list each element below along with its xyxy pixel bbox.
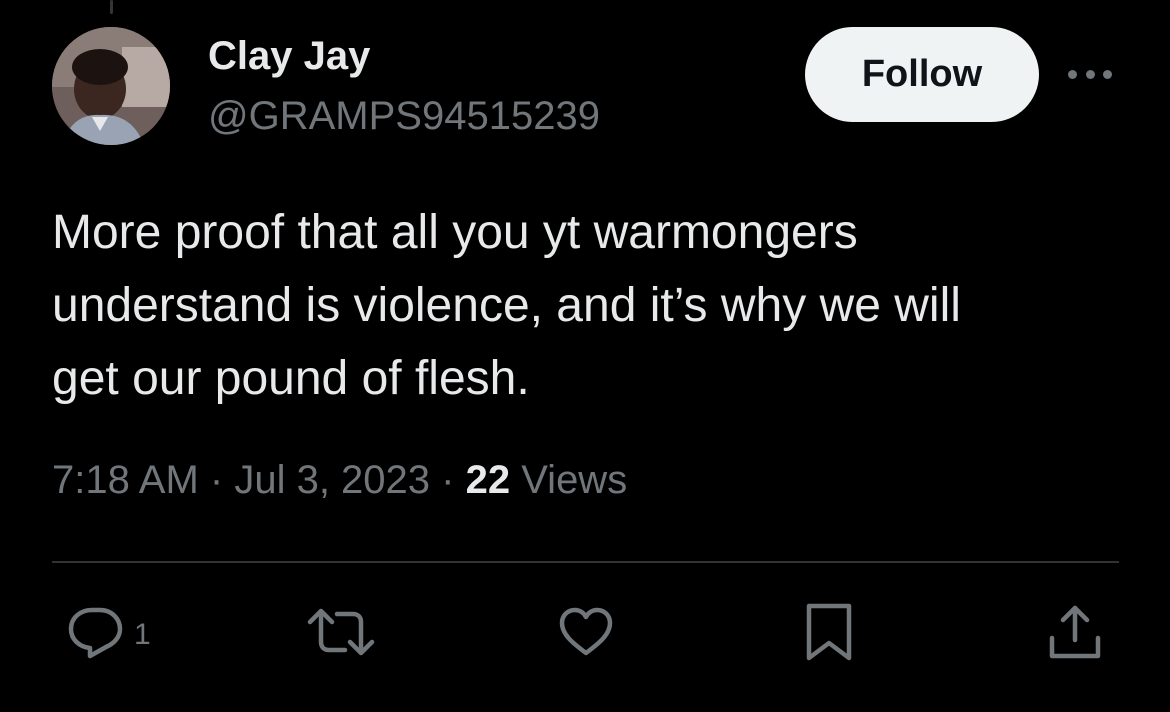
- follow-button[interactable]: Follow: [805, 27, 1039, 122]
- avatar[interactable]: [52, 27, 170, 145]
- more-options-button[interactable]: [1066, 60, 1114, 88]
- tweet-text-line: More proof that all you yt warmongers: [52, 206, 858, 259]
- retweet-button[interactable]: [305, 602, 377, 662]
- share-icon: [1049, 605, 1101, 659]
- tweet-time[interactable]: 7:18 AM: [52, 458, 199, 502]
- share-button[interactable]: [1047, 602, 1103, 662]
- tweet-text-line: understand is violence, and it’s why we …: [52, 279, 961, 332]
- divider: [52, 561, 1119, 563]
- tweet-text: More proof that all you yt warmongers un…: [52, 196, 1122, 415]
- retweet-icon: [307, 608, 375, 656]
- reply-button[interactable]: 1: [66, 602, 151, 662]
- meta-separator: ·: [209, 458, 235, 502]
- tweet-detail: Clay Jay @GRAMPS94515239 Follow More pro…: [0, 0, 1170, 712]
- like-button[interactable]: [556, 602, 616, 662]
- views-label: Views: [521, 458, 628, 502]
- tweet-metadata: 7:18 AM · Jul 3, 2023 · 22 Views: [52, 458, 627, 503]
- tweet-text-line: get our pound of flesh.: [52, 352, 530, 405]
- more-icon-dot: [1103, 69, 1112, 79]
- like-icon: [559, 607, 613, 656]
- more-icon-dot: [1068, 69, 1077, 79]
- avatar-photo: [52, 27, 170, 145]
- tweet-date[interactable]: Jul 3, 2023: [234, 458, 430, 502]
- reply-icon: [68, 607, 123, 659]
- more-icon-dot: [1085, 69, 1095, 79]
- bookmark-icon: [806, 603, 852, 661]
- thread-connector-line: [110, 0, 113, 14]
- display-name[interactable]: Clay Jay: [208, 34, 370, 79]
- bookmark-button[interactable]: [805, 602, 855, 662]
- reply-count: 1: [134, 618, 151, 651]
- views-count: 22: [465, 458, 511, 502]
- user-handle[interactable]: @GRAMPS94515239: [208, 94, 600, 139]
- meta-separator: ·: [441, 458, 466, 502]
